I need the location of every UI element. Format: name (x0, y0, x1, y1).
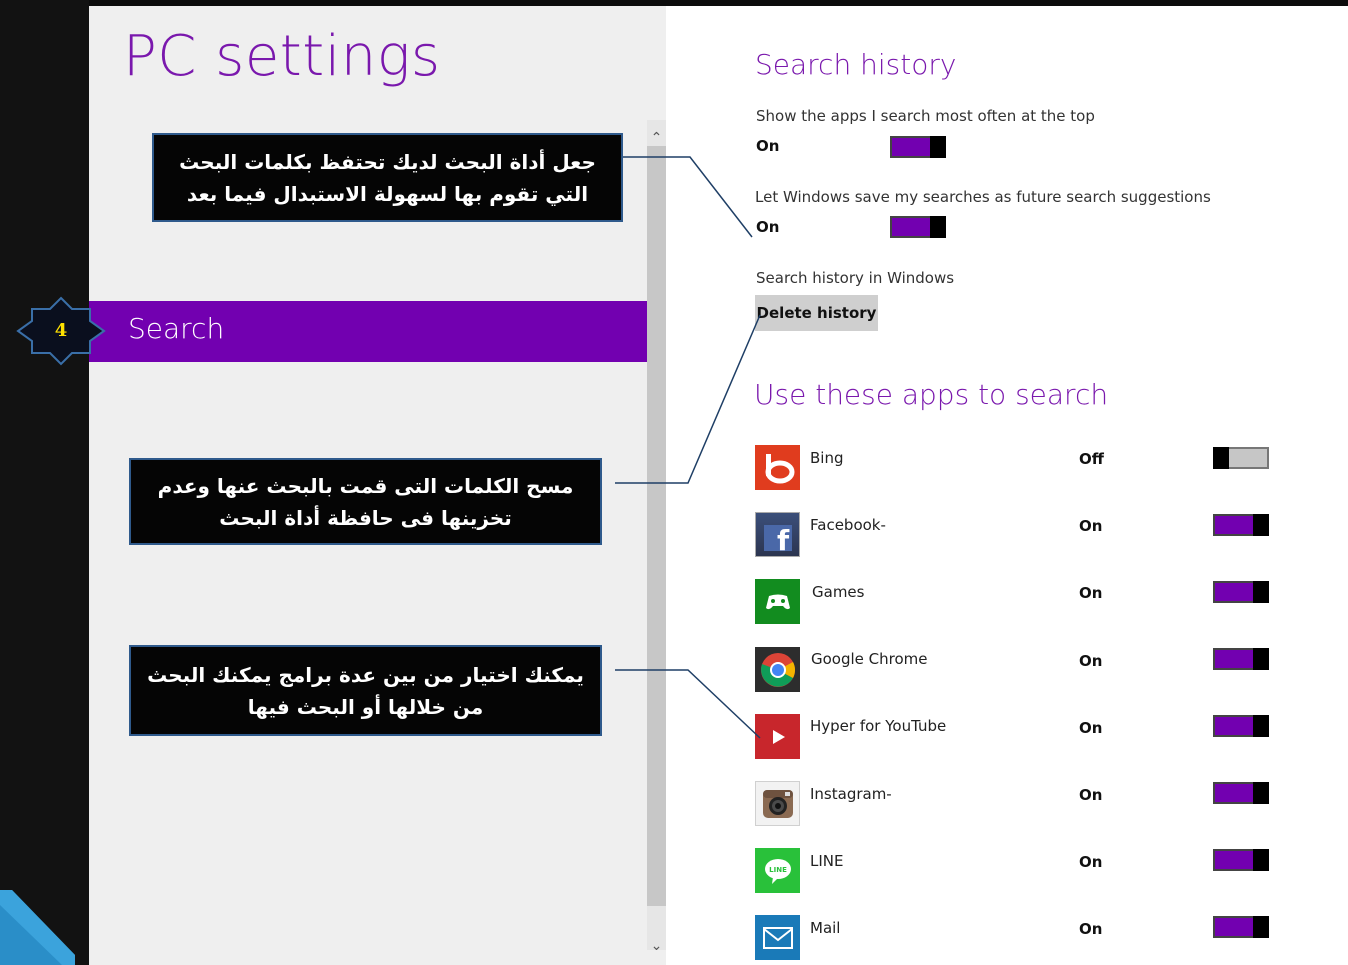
connector-line-1 (623, 156, 753, 238)
connector-line-2 (615, 314, 761, 484)
callout-connector-lines (615, 156, 761, 739)
connector-line-3 (615, 669, 761, 739)
